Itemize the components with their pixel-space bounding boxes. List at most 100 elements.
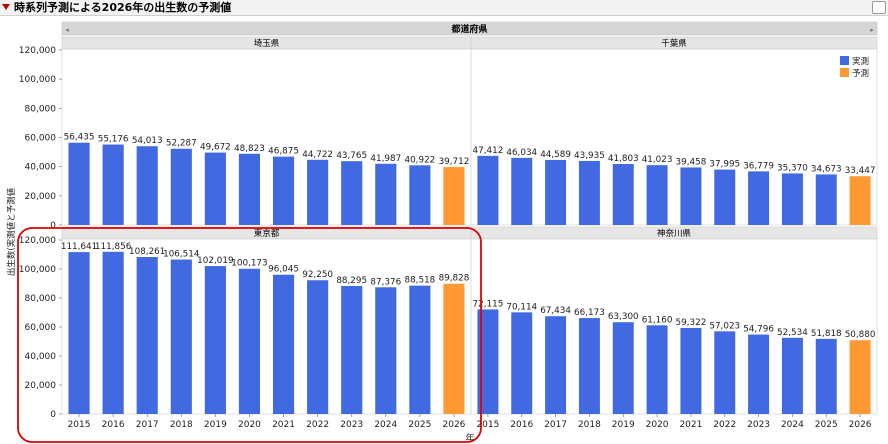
bar — [578, 318, 600, 414]
bar-value-label: 44,589 — [540, 150, 571, 160]
y-tick-label: 120,000 — [19, 46, 56, 56]
y-tick-label: 40,000 — [25, 352, 57, 362]
bar-value-label: 59,322 — [676, 318, 707, 328]
y-tick-label: 20,000 — [25, 381, 57, 391]
x-tick-label: 2017 — [136, 420, 159, 430]
bar — [238, 153, 261, 225]
bar — [612, 164, 634, 225]
bar — [409, 285, 431, 414]
bar-value-label: 106,514 — [163, 250, 200, 260]
x-tick-label: 2025 — [815, 420, 838, 430]
bar — [545, 159, 567, 225]
bar-value-label: 34,673 — [811, 164, 842, 174]
bar-value-label: 56,435 — [64, 133, 95, 143]
bar-value-label: 100,173 — [231, 259, 267, 269]
bar-value-label: 52,534 — [777, 328, 808, 338]
bar — [714, 169, 736, 225]
x-tick-label: 2021 — [679, 420, 702, 430]
bar-value-label: 40,922 — [404, 155, 435, 165]
bar-value-label: 89,828 — [439, 274, 470, 284]
x-tick-label: 2019 — [204, 420, 227, 430]
legend-swatch — [840, 56, 849, 65]
bar-value-label: 54,013 — [132, 136, 163, 146]
bar-value-label: 41,803 — [608, 154, 639, 164]
legend-label: 実測 — [852, 56, 869, 67]
bar-value-label: 39,712 — [439, 157, 470, 167]
bar — [307, 280, 329, 414]
report-title: 時系列予測による2026年の出生数の予測値 — [14, 1, 232, 14]
bar — [781, 337, 803, 414]
x-tick-label: 2022 — [713, 420, 736, 430]
bar-value-label: 52,287 — [166, 139, 197, 149]
title-bar: 時系列予測による2026年の出生数の予測値 — [0, 0, 888, 16]
x-tick-label: 2023 — [340, 420, 363, 430]
bar — [68, 252, 90, 414]
bar — [511, 312, 533, 414]
bar — [748, 334, 770, 414]
window-control-button[interactable] — [872, 1, 886, 14]
x-tick-label: 2022 — [306, 420, 329, 430]
bar-value-label: 96,045 — [268, 265, 299, 275]
bar-value-label: 33,447 — [845, 166, 876, 176]
bar-value-label: 41,987 — [370, 154, 401, 164]
bar — [849, 340, 871, 414]
bar — [102, 144, 124, 225]
x-tick-label: 2023 — [747, 420, 770, 430]
bar — [136, 146, 158, 225]
bar — [443, 167, 465, 225]
x-tick-label: 2026 — [443, 420, 466, 430]
bar-value-label: 48,823 — [234, 144, 265, 154]
bar — [136, 257, 158, 414]
bar-value-label: 43,765 — [336, 151, 367, 161]
bar — [307, 159, 329, 225]
y-tick-label: 20,000 — [25, 192, 57, 202]
bar — [375, 163, 397, 225]
x-tick-label: 2020 — [238, 420, 261, 430]
y-tick-label: 40,000 — [25, 163, 57, 173]
bar — [443, 283, 465, 414]
bar — [102, 251, 124, 414]
bar — [409, 165, 431, 225]
bar-value-label: 57,023 — [709, 321, 740, 331]
x-tick-label: 2024 — [374, 420, 397, 430]
scroll-left-icon: ◂ — [65, 26, 69, 34]
y-tick-label: 0 — [50, 410, 56, 420]
bar-value-label: 41,023 — [642, 155, 673, 165]
bar-value-label: 108,261 — [129, 247, 165, 257]
disclosure-triangle-icon[interactable] — [2, 4, 10, 10]
x-tick-label: 2018 — [578, 420, 601, 430]
bar-value-label: 46,034 — [506, 148, 537, 158]
bar-value-label: 43,935 — [574, 151, 605, 161]
y-tick-label: 120,000 — [19, 236, 56, 246]
x-tick-label: 2020 — [646, 420, 669, 430]
y-tick-label: 80,000 — [25, 104, 57, 114]
x-tick-label: 2024 — [781, 420, 804, 430]
panel-header-label: 神奈川県 — [657, 228, 692, 239]
bar — [204, 266, 226, 414]
bar — [272, 274, 295, 414]
bar — [341, 161, 363, 225]
bar — [341, 285, 363, 414]
bar-value-label: 67,434 — [540, 306, 571, 316]
bar — [680, 327, 702, 414]
x-tick-label: 2015 — [68, 420, 91, 430]
bar — [849, 176, 871, 225]
x-tick-label: 2026 — [849, 420, 872, 430]
bar — [545, 316, 567, 414]
bar — [238, 268, 261, 414]
bar-value-label: 61,160 — [642, 315, 673, 325]
bar-value-label: 44,722 — [302, 150, 333, 160]
bar-value-label: 66,173 — [574, 308, 605, 318]
bar-chart: 都道府県 ◂ ▸ 0 20,000 40,000 60,000 80,000 100,000 12… — [6, 21, 878, 444]
bar — [815, 338, 837, 414]
bar — [612, 322, 634, 414]
x-tick-label: 2016 — [102, 420, 125, 430]
y-tick-label: 60,000 — [25, 323, 57, 333]
bar — [578, 160, 600, 225]
bar-value-label: 111,641 — [61, 242, 97, 252]
bar-value-label: 51,818 — [811, 329, 842, 339]
x-tick-label: 2025 — [408, 420, 431, 430]
x-tick-label: 2021 — [272, 420, 295, 430]
x-tick-label: 2017 — [544, 420, 567, 430]
bar-value-label: 36,779 — [743, 161, 774, 171]
